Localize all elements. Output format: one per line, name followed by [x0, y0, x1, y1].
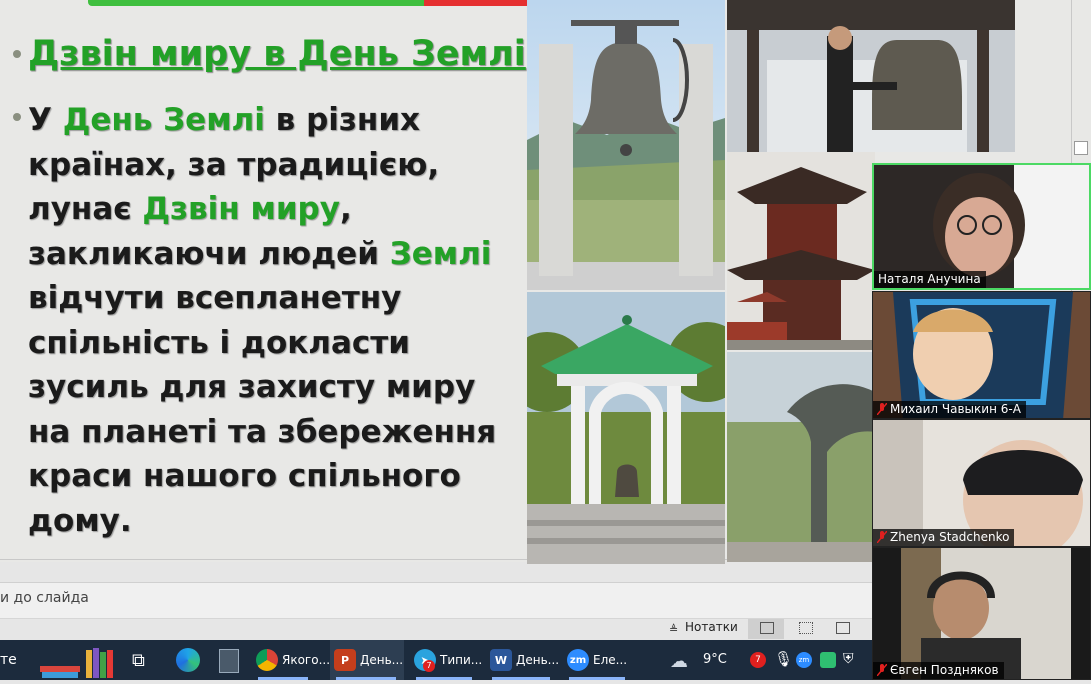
participant-tile-active[interactable]: Наталя Анучина: [872, 163, 1091, 290]
taskbar-app-telegram[interactable]: ➤ Типи...: [414, 640, 482, 680]
participant-name: Михаил Чавыкин 6-А: [890, 402, 1021, 416]
taskbar-app-powerpoint[interactable]: P День...: [334, 640, 403, 680]
taskbar-app-label: Типи...: [440, 653, 483, 667]
muted-mic-icon: [876, 530, 888, 544]
bullet-dot: [13, 50, 21, 58]
taskbar-app-label: Якого...: [282, 653, 331, 667]
participant-tile[interactable]: Михаил Чавыкин 6-А: [872, 291, 1091, 419]
notes-placeholder[interactable]: и до слайда: [0, 590, 89, 606]
powerpoint-icon: P: [334, 649, 356, 671]
highlighted-phrase: Землі: [389, 235, 492, 272]
reading-view-icon[interactable]: [836, 622, 850, 634]
books-widget-icon[interactable]: [38, 646, 116, 680]
scrollbar-knob[interactable]: [1074, 141, 1088, 155]
taskbar-app-label: День...: [516, 653, 560, 667]
tray-zoom-icon[interactable]: zm: [796, 652, 812, 668]
bell-ringing-photo: [727, 0, 1015, 152]
calculator-icon[interactable]: [219, 649, 239, 673]
taskbar-app-word[interactable]: W День...: [490, 640, 559, 680]
zoom-icon: zm: [567, 649, 589, 671]
progress-fill: [88, 0, 424, 6]
taskbar-app-chrome[interactable]: Якого...: [256, 640, 330, 680]
tray-app-icon[interactable]: [820, 652, 836, 668]
body-phrase: відчути всепланетну спільність і докласт…: [28, 280, 497, 539]
weather-temperature[interactable]: 9°C: [703, 652, 727, 667]
highlighted-phrase: Дзвін миру: [142, 191, 340, 227]
normal-view-icon[interactable]: [760, 622, 774, 634]
notes-toggle-icon[interactable]: ≜: [669, 623, 678, 636]
microphone-icon[interactable]: 🎙: [774, 650, 793, 668]
slide-body-text: У День Землі в різних країнах, за традиц…: [28, 98, 522, 543]
security-shield-icon[interactable]: ⛨: [843, 651, 854, 667]
participant-name-label: Михаил Чавыкин 6-А: [873, 401, 1026, 418]
muted-mic-icon: [876, 663, 888, 677]
dark-bell-arch-photo: [727, 352, 875, 562]
muted-mic-icon: [876, 402, 888, 416]
participant-name: Zhenya Stadchenko: [890, 530, 1010, 544]
slide-sorter-view-icon[interactable]: [799, 622, 813, 634]
body-phrase: У: [28, 102, 63, 138]
pagoda-bell-tower-photo: [727, 152, 875, 350]
chrome-icon: [256, 649, 278, 671]
slide-title: Дзвін миру в День Землі: [28, 34, 526, 74]
participant-tile[interactable]: Євген Поздняков: [872, 547, 1091, 680]
notes-toggle-button[interactable]: Нотатки: [685, 620, 738, 634]
highlighted-phrase: День Землі: [62, 102, 265, 138]
edge-icon[interactable]: [176, 648, 200, 672]
telegram-badge: 7: [423, 660, 435, 672]
taskbar-left-text: те: [0, 652, 17, 668]
taskbar-app-label: День...: [360, 653, 404, 667]
bullet-dot: [13, 113, 21, 121]
tray-telegram-icon[interactable]: 7: [750, 652, 766, 668]
task-view-icon[interactable]: ⧉: [132, 650, 145, 671]
participant-name-label: Євген Поздняков: [873, 662, 1004, 679]
participant-name-label: Наталя Анучина: [874, 271, 986, 288]
taskbar-app-label: Еле...: [593, 653, 628, 667]
green-roof-bell-pavilion-photo: [527, 292, 725, 564]
bell-photo-mountains: [527, 0, 725, 290]
taskbar-app-zoom[interactable]: zm Еле...: [567, 640, 627, 680]
word-icon: W: [490, 649, 512, 671]
cloud-weather-icon[interactable]: ☁: [670, 651, 688, 672]
participant-tile[interactable]: Zhenya Stadchenko: [872, 419, 1091, 547]
participant-name-label: Zhenya Stadchenko: [873, 529, 1015, 546]
participant-name: Євген Поздняков: [890, 663, 999, 677]
participant-name: Наталя Анучина: [878, 272, 981, 286]
